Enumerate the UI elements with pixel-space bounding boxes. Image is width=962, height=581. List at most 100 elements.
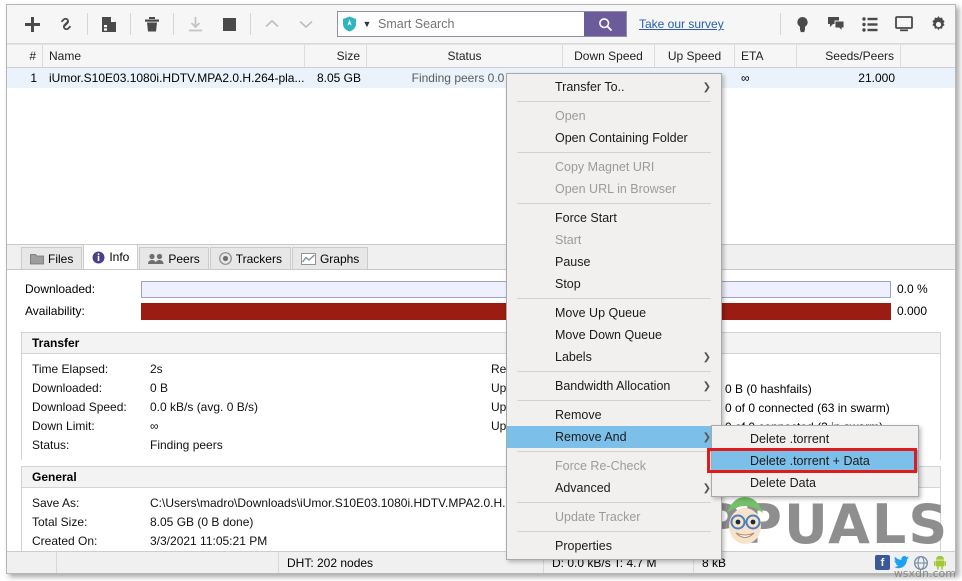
tab-info[interactable]: Info xyxy=(83,244,138,269)
menu-item-open-url-in-browser[interactable]: Open URL in Browser xyxy=(507,178,721,200)
column-header-size[interactable]: Size xyxy=(305,45,367,67)
add-torrent-button[interactable] xyxy=(15,8,49,40)
chevron-right-icon: ❯ xyxy=(703,381,711,392)
tab-trackers[interactable]: Trackers xyxy=(210,247,291,269)
menu-item-start[interactable]: Start xyxy=(507,229,721,251)
kv-row: Status:Finding peers xyxy=(22,435,481,454)
menu-item-remove[interactable]: Remove xyxy=(507,404,721,426)
menu-item-force-re-check[interactable]: Force Re-Check xyxy=(507,455,721,477)
menu-item-remove-and[interactable]: Remove And❯ xyxy=(507,426,721,448)
menu-item-delete-torrent[interactable]: Delete .torrent xyxy=(712,428,918,450)
menu-item-delete-data[interactable]: Delete Data xyxy=(712,472,918,494)
status-cell-blank xyxy=(57,552,279,573)
play-remote-button[interactable] xyxy=(887,8,921,40)
menu-separator xyxy=(517,298,711,299)
tab-files[interactable]: Files xyxy=(21,247,82,269)
menu-item-label: Stop xyxy=(555,277,581,291)
cell-index: 1 xyxy=(7,71,43,85)
menu-item-move-up-queue[interactable]: Move Up Queue xyxy=(507,302,721,324)
menu-item-delete-torrent-plus-data[interactable]: Delete .torrent + Data xyxy=(712,450,918,472)
menu-item-label: Start xyxy=(555,233,581,247)
kv-value: 8.05 GB (0 B done) xyxy=(150,515,253,529)
kv-row: Created On:3/3/2021 11:05:21 PM xyxy=(22,531,940,550)
kv-row: Download Speed:0.0 kB/s (avg. 0 B/s) xyxy=(22,397,481,416)
tips-button[interactable] xyxy=(785,8,819,40)
column-header-up-speed[interactable]: Up Speed xyxy=(655,45,735,67)
menu-item-label: Delete .torrent xyxy=(750,432,829,446)
kv-row: Downloaded:0 B xyxy=(22,378,481,397)
menu-item-copy-magnet-uri[interactable]: Copy Magnet URI xyxy=(507,156,721,178)
menu-item-stop[interactable]: Stop xyxy=(507,273,721,295)
menu-item-force-start[interactable]: Force Start xyxy=(507,207,721,229)
menu-item-label: Force Start xyxy=(555,211,617,225)
torrent-list-body: 1 iUmor.S10E03.1080i.HDTV.MPA2.0.H.264-p… xyxy=(7,68,955,244)
detail-view-button[interactable] xyxy=(853,8,887,40)
transfer-section-title: Transfer xyxy=(22,333,940,354)
graphs-icon xyxy=(301,253,316,265)
caret-down-icon[interactable]: ▼ xyxy=(360,19,374,29)
move-up-button[interactable] xyxy=(255,8,289,40)
tab-label: Graphs xyxy=(320,252,359,266)
menu-item-label: Move Up Queue xyxy=(555,306,646,320)
status-cell-dht: DHT: 202 nodes xyxy=(279,552,544,573)
take-our-survey-link[interactable]: Take our survey xyxy=(639,17,724,31)
menu-item-transfer-to[interactable]: Transfer To..❯ xyxy=(507,76,721,98)
search-icon[interactable] xyxy=(584,12,626,36)
torrent-context-menu[interactable]: Transfer To..❯ Open Open Containing Fold… xyxy=(506,73,722,560)
kv-key: Status: xyxy=(32,438,150,452)
transfer-left-column: Time Elapsed:2s Downloaded:0 B Download … xyxy=(22,359,481,454)
menu-separator xyxy=(517,531,711,532)
menu-item-label: Transfer To.. xyxy=(555,80,624,94)
menu-item-label: Copy Magnet URI xyxy=(555,160,654,174)
smart-search-box[interactable]: ▼ xyxy=(337,11,627,37)
menu-item-pause[interactable]: Pause xyxy=(507,251,721,273)
settings-button[interactable] xyxy=(921,8,955,40)
kv-value: 3/3/2021 11:05:21 PM xyxy=(150,534,267,548)
column-header-seeds-peers[interactable]: Seeds/Peers xyxy=(797,45,901,67)
link-icon xyxy=(57,15,75,33)
start-torrent-button[interactable] xyxy=(178,8,212,40)
menu-item-labels[interactable]: Labels❯ xyxy=(507,346,721,368)
menu-item-label: Move Down Queue xyxy=(555,328,662,342)
kv-value: C:\Users\madro\Downloads\iUmor.S10E03.10… xyxy=(150,496,552,510)
chevron-down-icon xyxy=(298,18,314,30)
toolbar-separator xyxy=(780,13,781,35)
column-header-index[interactable]: # xyxy=(7,45,43,67)
menu-separator xyxy=(517,400,711,401)
menu-item-bandwidth-allocation[interactable]: Bandwidth Allocation ❯ xyxy=(507,375,721,397)
kv-value: ∞ xyxy=(150,419,159,433)
toolbar-separator xyxy=(173,13,174,35)
facebook-icon[interactable]: f xyxy=(875,555,890,570)
column-header-status[interactable]: Status xyxy=(367,45,563,67)
feedback-button[interactable] xyxy=(819,8,853,40)
progress-bars: Downloaded: 0.0 % Availability: 0.000 xyxy=(7,270,955,326)
chevron-up-icon xyxy=(264,18,280,30)
menu-item-label: Delete .torrent + Data xyxy=(750,454,870,468)
column-header-eta[interactable]: ETA xyxy=(735,45,797,67)
table-row[interactable]: 1 iUmor.S10E03.1080i.HDTV.MPA2.0.H.264-p… xyxy=(7,68,955,88)
remove-and-submenu[interactable]: Delete .torrent Delete .torrent + Data D… xyxy=(711,425,919,497)
menu-item-open-containing-folder[interactable]: Open Containing Folder xyxy=(507,127,721,149)
tab-peers[interactable]: Peers xyxy=(139,247,208,269)
stop-torrent-button[interactable] xyxy=(212,8,246,40)
chat-bubbles-icon xyxy=(827,16,845,32)
kv-value: 0.0 kB/s (avg. 0 B/s) xyxy=(150,400,258,414)
add-torrent-from-url-button[interactable] xyxy=(49,8,83,40)
menu-item-properties[interactable]: Properties xyxy=(507,535,721,557)
lightbulb-icon xyxy=(795,16,810,33)
create-torrent-button[interactable] xyxy=(92,8,126,40)
menu-item-label: Force Re-Check xyxy=(555,459,646,473)
menu-item-label: Bandwidth Allocation xyxy=(555,379,670,393)
status-cell-connection xyxy=(7,552,57,573)
tab-label: Files xyxy=(48,252,73,266)
menu-item-open[interactable]: Open xyxy=(507,105,721,127)
move-down-button[interactable] xyxy=(289,8,323,40)
menu-item-advanced[interactable]: Advanced❯ xyxy=(507,477,721,499)
column-header-down-speed[interactable]: Down Speed xyxy=(563,45,655,67)
menu-item-update-tracker[interactable]: Update Tracker xyxy=(507,506,721,528)
tab-graphs[interactable]: Graphs xyxy=(292,247,368,269)
menu-item-move-down-queue[interactable]: Move Down Queue xyxy=(507,324,721,346)
remove-torrent-button[interactable] xyxy=(135,8,169,40)
column-header-name[interactable]: Name xyxy=(43,45,305,67)
search-input[interactable] xyxy=(374,16,584,32)
